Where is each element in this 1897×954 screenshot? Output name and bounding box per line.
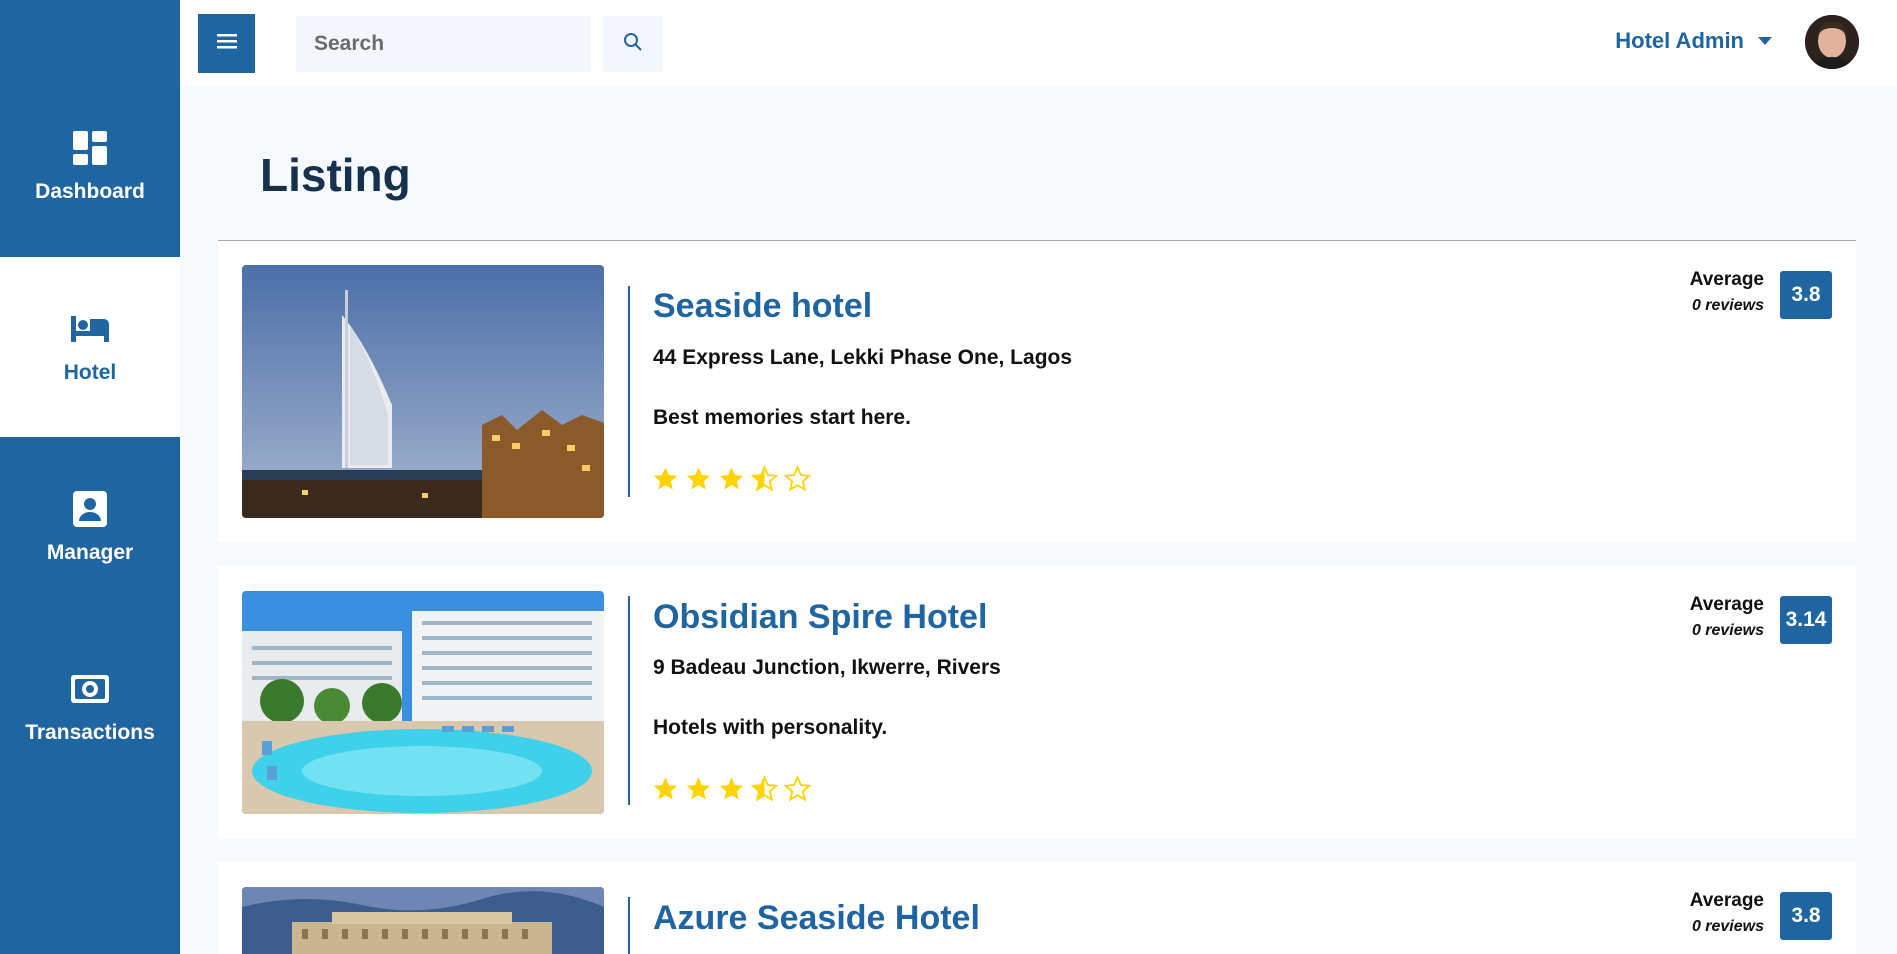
hotel-name-link[interactable]: Seaside hotel <box>653 287 872 326</box>
hamburger-icon <box>216 33 237 54</box>
card-divider <box>628 286 630 497</box>
listing-card[interactable]: Azure Seaside Hotel Average 0 reviews 3.… <box>218 862 1856 954</box>
card-divider <box>628 596 630 805</box>
star-half-icon <box>750 775 779 802</box>
score-badge: 3.8 <box>1780 892 1832 940</box>
hotel-address: 44 Express Lane, Lekki Phase One, Lagos <box>653 346 1073 369</box>
search-input[interactable] <box>296 16 591 72</box>
sidebar-item-manager[interactable]: Manager <box>0 437 180 617</box>
card-divider <box>628 897 630 954</box>
hotel-tagline: Hotels with personality. <box>653 716 888 739</box>
hotel-name-link[interactable]: Obsidian Spire Hotel <box>653 598 987 637</box>
hotel-image[interactable] <box>242 887 604 954</box>
average-label: Average <box>1689 269 1764 290</box>
page-title: Listing <box>260 149 411 201</box>
star-rating <box>651 465 812 493</box>
top-bar: Hotel Admin <box>180 0 1897 86</box>
sidebar: Dashboard Hotel Manager Transactions <box>0 0 180 954</box>
star-empty-icon <box>783 465 812 492</box>
user-menu[interactable]: Hotel Admin <box>1615 28 1772 54</box>
hotel-image[interactable] <box>242 591 604 814</box>
star-full-icon <box>686 467 711 490</box>
listing-card[interactable]: Seaside hotel 44 Express Lane, Lekki Pha… <box>218 241 1856 542</box>
user-name: Hotel Admin <box>1615 28 1744 53</box>
average-rating: Average 0 reviews <box>1690 890 1764 936</box>
sidebar-item-label: Hotel <box>63 361 117 384</box>
sidebar-item-hotel[interactable]: Hotel <box>0 257 180 437</box>
listing-card[interactable]: Obsidian Spire Hotel 9 Badeau Junction, … <box>218 566 1856 839</box>
search-button[interactable] <box>603 16 663 72</box>
caret-down-icon <box>1758 37 1772 45</box>
star-half-icon <box>750 465 779 492</box>
hotel-image[interactable] <box>242 265 604 518</box>
star-empty-icon <box>783 775 812 802</box>
review-count: 0 reviews <box>1691 297 1764 314</box>
average-rating: Average 0 reviews <box>1690 594 1764 640</box>
user-badge-icon <box>70 489 110 529</box>
sidebar-item-label: Dashboard <box>35 180 145 203</box>
star-rating <box>651 775 812 803</box>
cash-icon <box>70 669 110 709</box>
menu-toggle-button[interactable] <box>198 14 255 73</box>
hotel-tagline: Best memories start here. <box>653 406 911 429</box>
sidebar-item-dashboard[interactable]: Dashboard <box>0 76 180 256</box>
search-icon <box>623 32 643 57</box>
star-full-icon <box>653 467 678 490</box>
average-rating: Average 0 reviews <box>1690 269 1764 315</box>
star-full-icon <box>719 467 744 490</box>
review-count: 0 reviews <box>1691 918 1764 935</box>
sidebar-item-transactions[interactable]: Transactions <box>0 617 180 797</box>
star-full-icon <box>653 777 678 800</box>
sidebar-item-label: Manager <box>46 541 134 564</box>
dashboard-icon <box>70 128 110 168</box>
review-count: 0 reviews <box>1691 622 1764 639</box>
star-full-icon <box>686 777 711 800</box>
average-label: Average <box>1689 594 1764 615</box>
score-badge: 3.8 <box>1780 271 1832 319</box>
star-full-icon <box>719 777 744 800</box>
avatar[interactable] <box>1805 15 1859 69</box>
sidebar-item-label: Transactions <box>25 721 155 744</box>
hotel-name-link[interactable]: Azure Seaside Hotel <box>653 899 980 938</box>
score-badge: 3.14 <box>1780 596 1832 644</box>
hotel-address: 9 Badeau Junction, Ikwerre, Rivers <box>653 656 1001 679</box>
bed-icon <box>70 309 110 349</box>
average-label: Average <box>1689 890 1764 911</box>
